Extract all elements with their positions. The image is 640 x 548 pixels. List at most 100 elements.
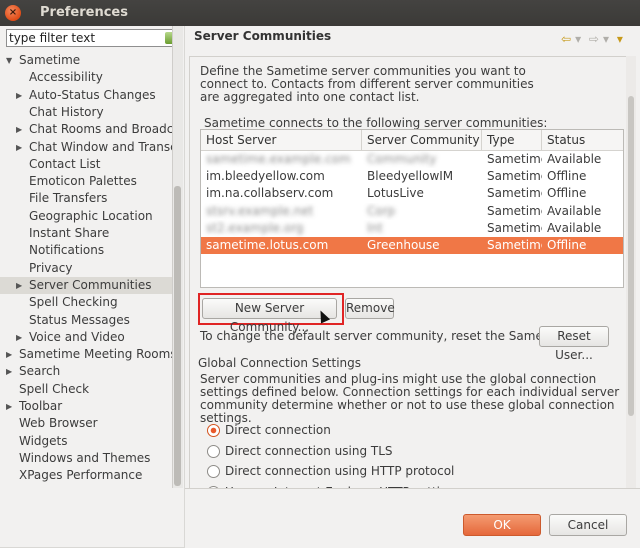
tree-item-label: Server Communities	[29, 277, 152, 292]
filter-input[interactable]	[9, 31, 159, 45]
table-cell-host: im.bleedyellow.com	[206, 169, 325, 184]
tree-scrollbar-thumb[interactable]	[174, 186, 181, 486]
tree-item[interactable]: ▼ Sametime	[0, 52, 172, 69]
preferences-tree: ▼ Sametime Accessibility ▶ Auto-Status Chang…	[0, 52, 172, 517]
tree-item[interactable]: Contact List	[0, 156, 172, 173]
expanded-arrow-icon[interactable]: ▼	[6, 52, 12, 69]
radio-button-icon[interactable]	[207, 424, 220, 437]
tree-item-label: Accessibility	[29, 70, 103, 85]
table-cell-status: Offline	[547, 186, 587, 201]
tree-item[interactable]: Geographic Location	[0, 208, 172, 225]
collapsed-arrow-icon[interactable]: ▶	[16, 121, 22, 138]
tree-scrollbar[interactable]	[172, 26, 183, 488]
radio-label: Direct connection using TLS	[225, 443, 393, 458]
table-cell-status: Offline	[547, 238, 587, 252]
tree-item[interactable]: Web Browser	[0, 415, 172, 432]
server-communities-table[interactable]: Host Server Server Community Nar Type St…	[200, 129, 624, 288]
tree-item-label: Contact List	[29, 156, 101, 171]
back-history-dropdown-icon[interactable]: ▾	[575, 32, 581, 46]
page-scrollbar[interactable]	[626, 56, 636, 512]
tree-item-label: Toolbar	[19, 399, 63, 413]
window-title: Preferences	[40, 5, 128, 20]
tree-item[interactable]: Spell Checking	[0, 294, 172, 311]
cancel-button[interactable]: Cancel	[549, 514, 627, 536]
tree-item[interactable]: ▶ Chat Rooms and Broadcast T	[0, 121, 172, 138]
page-description: Define the Sametime server communities y…	[200, 64, 534, 104]
tree-item-label: Search	[19, 364, 61, 379]
forward-history-dropdown-icon[interactable]: ▾	[603, 32, 609, 46]
table-cell-status: Offline	[547, 169, 587, 184]
collapsed-arrow-icon[interactable]: ▶	[16, 139, 22, 156]
tree-item-label: Widgets	[19, 433, 68, 448]
back-arrow-icon[interactable]: ⇦	[561, 32, 571, 46]
tree-item[interactable]: Notifications	[0, 242, 172, 259]
collapsed-arrow-icon[interactable]: ▶	[16, 277, 22, 294]
tree-item[interactable]: ▶ Server Communities	[0, 276, 172, 294]
close-icon[interactable]: ×	[5, 5, 21, 21]
collapsed-arrow-icon[interactable]: ▶	[6, 363, 12, 380]
table-cell-type: Sametime	[487, 238, 542, 252]
tree-item[interactable]: ▶ Sametime Meeting Rooms	[0, 346, 172, 363]
table-header: Host Server Server Community Nar Type St…	[201, 130, 623, 151]
global-connection-title: Global Connection Settings	[198, 356, 362, 370]
tree-item[interactable]: Accessibility	[0, 69, 172, 86]
tree-item-label: Auto-Status Changes	[29, 87, 156, 102]
tree-item-label: Windows and Themes	[19, 450, 151, 465]
ok-button[interactable]: OK	[463, 514, 541, 536]
window-titlebar: × Preferences	[0, 0, 640, 26]
table-cell-community: LotusLive	[367, 186, 424, 201]
tree-item[interactable]: XPages Performance	[0, 467, 172, 484]
tree-item[interactable]: Status Messages	[0, 312, 172, 329]
table-cell-type: Sametime	[487, 169, 542, 184]
collapsed-arrow-icon[interactable]: ▶	[6, 398, 12, 415]
table-cell-host: sametime.lotus.com	[206, 238, 329, 252]
page-title: Server Communities	[194, 29, 332, 43]
tree-item[interactable]: ▶ Toolbar	[0, 398, 172, 415]
table-row[interactable]: sametime.lotus.com Greenhouse Sametime Offl…	[201, 237, 623, 254]
tree-item[interactable]: ▶ Search	[0, 363, 172, 380]
tree-item[interactable]: Instant Share	[0, 225, 172, 242]
table-row[interactable]: stsrv.example.net Corp Sametime Available	[201, 203, 623, 220]
table-row[interactable]: im.bleedyellow.com BleedyellowIM Sametime O…	[201, 168, 623, 185]
tree-item[interactable]: Privacy	[0, 260, 172, 277]
collapsed-arrow-icon[interactable]: ▶	[16, 87, 22, 104]
radio-button-icon[interactable]	[207, 444, 220, 458]
tree-item[interactable]: Windows and Themes	[0, 450, 172, 467]
filter-field[interactable]	[6, 29, 180, 47]
table-cell-type: Sametime	[487, 220, 542, 235]
page-header: Server Communities ⇦ ▾ ⇨ ▾ ▾	[185, 26, 640, 56]
table-row[interactable]: sametime.example.com Community Sametime Ava…	[201, 151, 623, 168]
column-server-community[interactable]: Server Community Nar	[362, 130, 482, 150]
tree-item[interactable]: Chat History	[0, 104, 172, 121]
table-cell-status: Available	[547, 203, 602, 218]
tree-item[interactable]: Emoticon Palettes	[0, 173, 172, 190]
table-row[interactable]: im.na.collabserv.com LotusLive Sametime Off…	[201, 185, 623, 202]
tree-item[interactable]: Widgets	[0, 433, 172, 450]
table-cell-community: BleedyellowIM	[367, 169, 454, 184]
radio-button-icon[interactable]	[207, 465, 220, 478]
table-cell-status: Available	[547, 152, 602, 166]
column-status[interactable]: Status	[542, 130, 623, 150]
tree-item[interactable]: ▶ Chat Window and Transcript	[0, 139, 172, 156]
forward-arrow-icon[interactable]: ⇨	[589, 32, 599, 46]
column-type[interactable]: Type	[482, 130, 542, 150]
column-host-server[interactable]: Host Server	[201, 130, 362, 150]
collapsed-arrow-icon[interactable]: ▶	[6, 346, 12, 363]
table-cell-community: Greenhouse	[367, 238, 440, 252]
tree-item[interactable]: ▶ Voice and Video	[0, 329, 172, 346]
tree-item[interactable]: File Transfers	[0, 190, 172, 207]
table-cell-type: Sametime	[487, 203, 542, 218]
tree-item[interactable]: ▶ Auto-Status Changes	[0, 87, 172, 104]
page-navigation: ⇦ ▾ ⇨ ▾ ▾	[561, 32, 627, 46]
tree-item-label: Sametime	[19, 53, 81, 67]
collapsed-arrow-icon[interactable]: ▶	[16, 329, 22, 346]
tree-item-label: Spell Checking	[29, 295, 118, 310]
page-menu-icon[interactable]: ▾	[617, 32, 623, 46]
reset-user-button[interactable]: Reset User...	[539, 326, 609, 362]
remove-button[interactable]: Remove	[345, 298, 395, 319]
page-scrollbar-thumb[interactable]	[628, 96, 634, 416]
table-cell-community: Corp	[367, 203, 396, 218]
tree-item[interactable]: Spell Check	[0, 381, 172, 398]
table-row[interactable]: st2.example.org Int Sametime Available	[201, 220, 623, 237]
tree-item-label: XPages Performance	[19, 468, 143, 483]
